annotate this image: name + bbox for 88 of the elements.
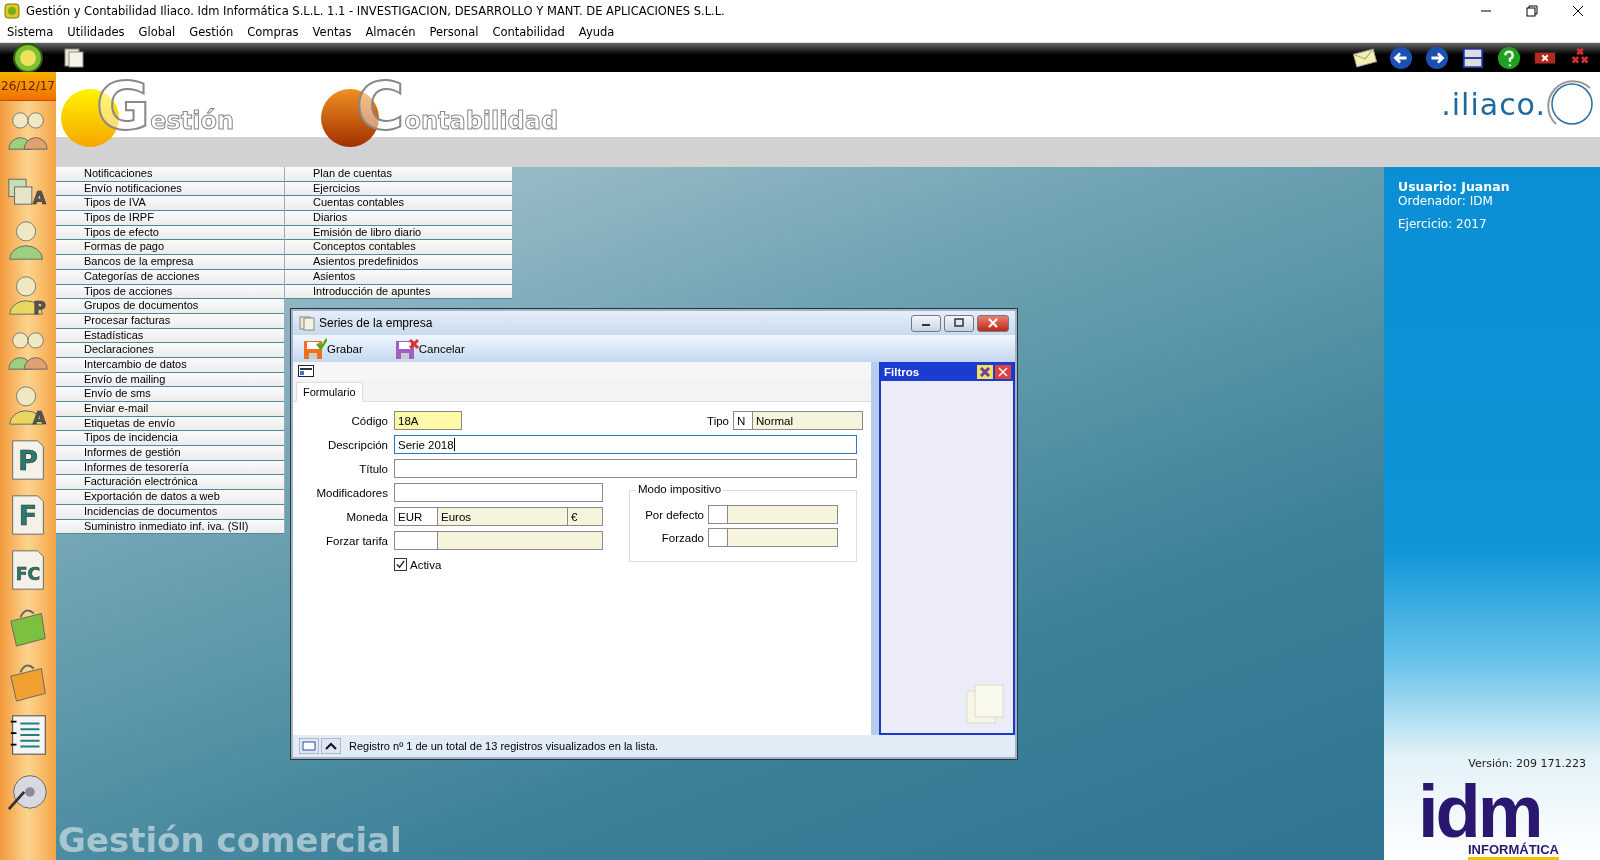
maximize-icon: [954, 318, 964, 328]
status-text: Registro nº 1 de un total de 13 registros visualizados en la lista.: [348, 740, 659, 752]
version-text: Versión: 209 171.223: [1467, 757, 1586, 770]
caret-up-icon[interactable]: [321, 738, 341, 754]
currency-name-field: Euros: [438, 507, 568, 526]
menu-list-item[interactable]: Asientos predefinidos: [285, 255, 512, 270]
menu-list-item[interactable]: Plan de cuentas: [285, 167, 512, 182]
close-icon[interactable]: [1572, 5, 1584, 17]
menu-list-item[interactable]: Bancos de la empresa: [56, 255, 284, 270]
documents-icon[interactable]: [61, 45, 87, 70]
field-label: Por defecto: [644, 508, 705, 521]
close-button[interactable]: [977, 314, 1009, 332]
help-icon[interactable]: [1496, 45, 1522, 70]
menu-item[interactable]: Ayuda: [578, 25, 615, 39]
clear-filter-icon[interactable]: [977, 364, 993, 379]
menu-list-item[interactable]: Cuentas contables: [285, 196, 512, 212]
field-label: Moneda: [345, 510, 389, 523]
menu-list-item[interactable]: Grupos de documentos: [56, 299, 284, 314]
year-text: Ejercicio: 2017: [1398, 217, 1488, 231]
currency-symbol-field: €: [568, 507, 603, 526]
maximize-button[interactable]: [944, 314, 974, 332]
window-title: Gestión y Contabilidad Iliaco. Idm Informática S.L.L. 1.1 - INVESTIGACION, DESARROLLO Y MANT. DE APLICACIONES S.L.L.: [26, 4, 725, 18]
menu-list-item[interactable]: Formas de pago: [56, 240, 284, 256]
menu-item[interactable]: Global: [138, 25, 176, 39]
envelope-icon[interactable]: [1352, 45, 1378, 70]
minimize-button[interactable]: [911, 314, 941, 332]
menu-item[interactable]: Gestión: [189, 25, 234, 39]
floppy-check-icon: [303, 337, 327, 360]
description-field[interactable]: Serie 2018: [394, 435, 857, 454]
menu-list-item[interactable]: Conceptos contables: [285, 240, 512, 256]
company-logo-text: idm: [1418, 782, 1541, 842]
field-label: Tipo: [707, 414, 730, 427]
field-label: Forzado: [660, 531, 705, 544]
group-title: Modo impositivo: [636, 483, 724, 495]
currency-code-field[interactable]: EUR: [394, 507, 438, 526]
menu-item[interactable]: Ventas: [312, 25, 352, 39]
menu-list-item[interactable]: Tipos de IRPF: [56, 211, 284, 226]
floppy-cross-icon: [394, 337, 419, 360]
menu-list-item[interactable]: Tipos de IVA: [56, 196, 284, 212]
menu-item[interactable]: Compras: [247, 25, 299, 39]
menu-list-item[interactable]: Declaraciones: [56, 343, 284, 358]
menu-list-item[interactable]: Enviar e-mail: [56, 402, 284, 417]
menu-list-item[interactable]: Tipos de incidencia: [56, 431, 284, 447]
form-view-icon[interactable]: [298, 365, 314, 377]
field-label: Título: [358, 462, 389, 475]
menu-list-item[interactable]: Informes de gestión: [56, 446, 284, 461]
dialog-title: Series de la empresa: [319, 316, 433, 330]
title-field[interactable]: [394, 459, 857, 478]
menu-item[interactable]: Utilidades: [67, 25, 125, 39]
documents-icon: [299, 315, 315, 331]
brand-logo-text: .iliaco.: [1441, 87, 1546, 122]
menu-list-item[interactable]: Envío de sms: [56, 387, 284, 402]
field-label: Modificadores: [315, 486, 389, 499]
field-label: Forzar tarifa: [325, 534, 389, 547]
menu-item[interactable]: Contabilidad: [492, 25, 565, 39]
rate-code-field[interactable]: [394, 531, 438, 550]
document-icon: [963, 683, 1007, 727]
app-icon: [4, 3, 20, 19]
menu-list-item[interactable]: Facturación electrónica: [56, 475, 284, 491]
date-label: 26/12/17: [0, 72, 56, 101]
field-label: Código: [350, 414, 389, 427]
menu-list-item[interactable]: Diarios: [285, 211, 512, 226]
type-code-field[interactable]: N: [733, 411, 753, 430]
company-logo-subtitle: INFORMÁTICA: [1468, 842, 1559, 860]
type-name-field: Normal: [753, 411, 863, 430]
code-field[interactable]: [708, 505, 728, 524]
tile-windows-icon[interactable]: [1460, 45, 1486, 70]
filters-title: Filtros: [883, 365, 920, 378]
menu-item[interactable]: Almacén: [365, 25, 416, 39]
code-field[interactable]: 18A: [394, 411, 462, 430]
menu-item[interactable]: Personal: [429, 25, 479, 39]
checkbox[interactable]: [394, 558, 407, 571]
modifiers-field[interactable]: [394, 483, 603, 502]
user-text: Usuario: Juanan: [1398, 179, 1511, 194]
computer-text: Ordenador: IDM: [1398, 194, 1494, 208]
restore-icon[interactable]: [1526, 5, 1538, 17]
field-label: Descripción: [326, 438, 389, 451]
close-icon: [988, 318, 998, 328]
menu-list-item[interactable]: Notificaciones: [56, 167, 284, 182]
menu-list-item[interactable]: Exportación de datos a web: [56, 490, 284, 505]
watermark-text: Gestión comercial: [58, 820, 402, 860]
form-tab[interactable]: Formulario: [296, 382, 363, 402]
save-button[interactable]: Grabar: [299, 336, 367, 361]
checkbox-label[interactable]: Activa: [407, 558, 442, 571]
close-icon[interactable]: [995, 364, 1011, 379]
cancel-button[interactable]: Cancelar: [390, 336, 469, 361]
code-field[interactable]: [708, 528, 728, 547]
menu-item[interactable]: Sistema: [7, 25, 54, 39]
